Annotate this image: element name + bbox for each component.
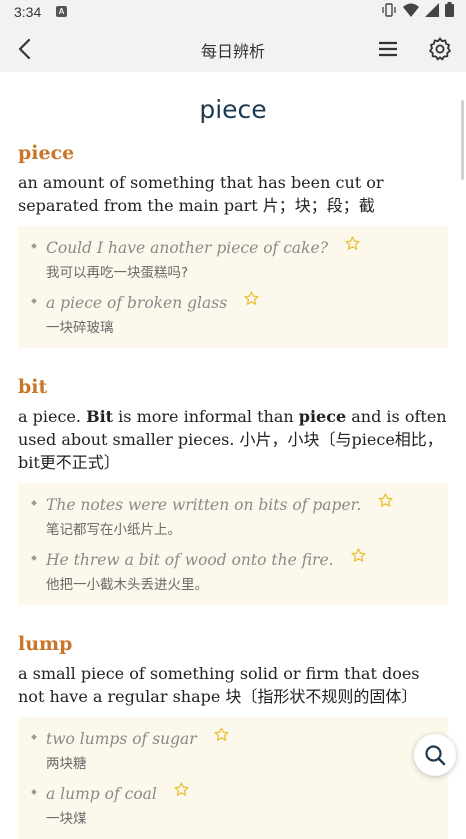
example-chinese: 一块碎玻璃 [46,320,114,336]
example-item: The notes were written on bits of paper.… [30,493,434,538]
entry-definition: a piece. Bit is more informal than piece… [18,405,448,474]
bullet-icon [31,243,37,249]
definition-text: a piece. [18,407,87,426]
status-time: 3:34 [14,4,42,20]
example-chinese: 笔记都写在小纸片上。 [46,522,181,538]
entry-term: lump [18,633,73,655]
example-english: The notes were written on bits of paper. [46,496,362,514]
entry-term: bit [18,376,48,398]
definition-text: a small piece of something solid or firm… [18,664,420,706]
signal-icon [425,2,439,22]
example-english: a piece of broken glass [46,294,228,312]
search-button[interactable] [414,734,456,776]
example-item: a piece of broken glass 一块碎玻璃 [30,291,434,336]
star-icon[interactable] [214,727,229,742]
example-item: a lump of coal 一块煤 [30,782,434,827]
star-icon[interactable] [244,291,259,306]
bullet-icon [31,500,37,506]
star-icon[interactable] [345,236,360,251]
example-chinese: 他把一小截木头丢进火里。 [46,577,208,593]
search-icon [425,745,446,766]
a-icon: A [56,6,67,17]
examples-box: Could I have another piece of cake? 我可以再… [18,226,448,348]
bullet-icon [31,789,37,795]
example-chinese: 一块煤 [46,811,87,827]
example-chinese: 两块糖 [46,756,87,772]
example-english: He threw a bit of wood onto the fire. [46,551,334,569]
definition-text: is more informal than [113,407,299,426]
entry-definition: an amount of something that has been cut… [18,171,448,217]
example-item: Could I have another piece of cake? 我可以再… [30,236,434,281]
example-english: a lump of coal [46,785,157,803]
entry-lump: lump a small piece of something solid or… [18,633,448,839]
star-icon[interactable] [350,548,366,563]
top-app-bar: 每日辨析 [0,26,466,72]
example-english: Could I have another piece of cake? [46,239,329,257]
battery-icon [445,2,454,22]
system-icons [381,2,454,22]
vibrate-icon [381,2,397,22]
wifi-icon [403,3,419,22]
examples-box: The notes were written on bits of paper.… [18,483,448,605]
entry-term: piece [18,142,75,164]
example-item: two lumps of sugar 两块糖 [30,727,434,772]
gear-icon[interactable] [428,37,452,61]
entry-bit: bit a piece. Bit is more informal than p… [18,376,448,605]
bullet-icon [31,555,37,561]
menu-icon[interactable] [378,39,398,59]
bullet-icon [31,734,37,740]
definition-bold: piece [298,407,347,426]
entry-piece: piece an amount of something that has be… [18,142,448,348]
definition-text: an amount of something that has been cut… [18,173,384,215]
bullet-icon [31,298,37,304]
example-chinese: 我可以再吃一块蛋糕吗? [46,265,189,281]
star-icon[interactable] [378,493,394,508]
entry-definition: a small piece of something solid or firm… [18,662,448,708]
star-icon[interactable] [174,782,189,797]
examples-box: two lumps of sugar 两块糖 a lump of coal 一块… [18,717,448,839]
example-english: two lumps of sugar [46,730,197,748]
definition-bold: Bit [86,407,114,426]
example-item: He threw a bit of wood onto the fire. 他把… [30,548,434,593]
headword: piece [199,95,267,124]
status-bar: 3:34 A [0,0,466,26]
